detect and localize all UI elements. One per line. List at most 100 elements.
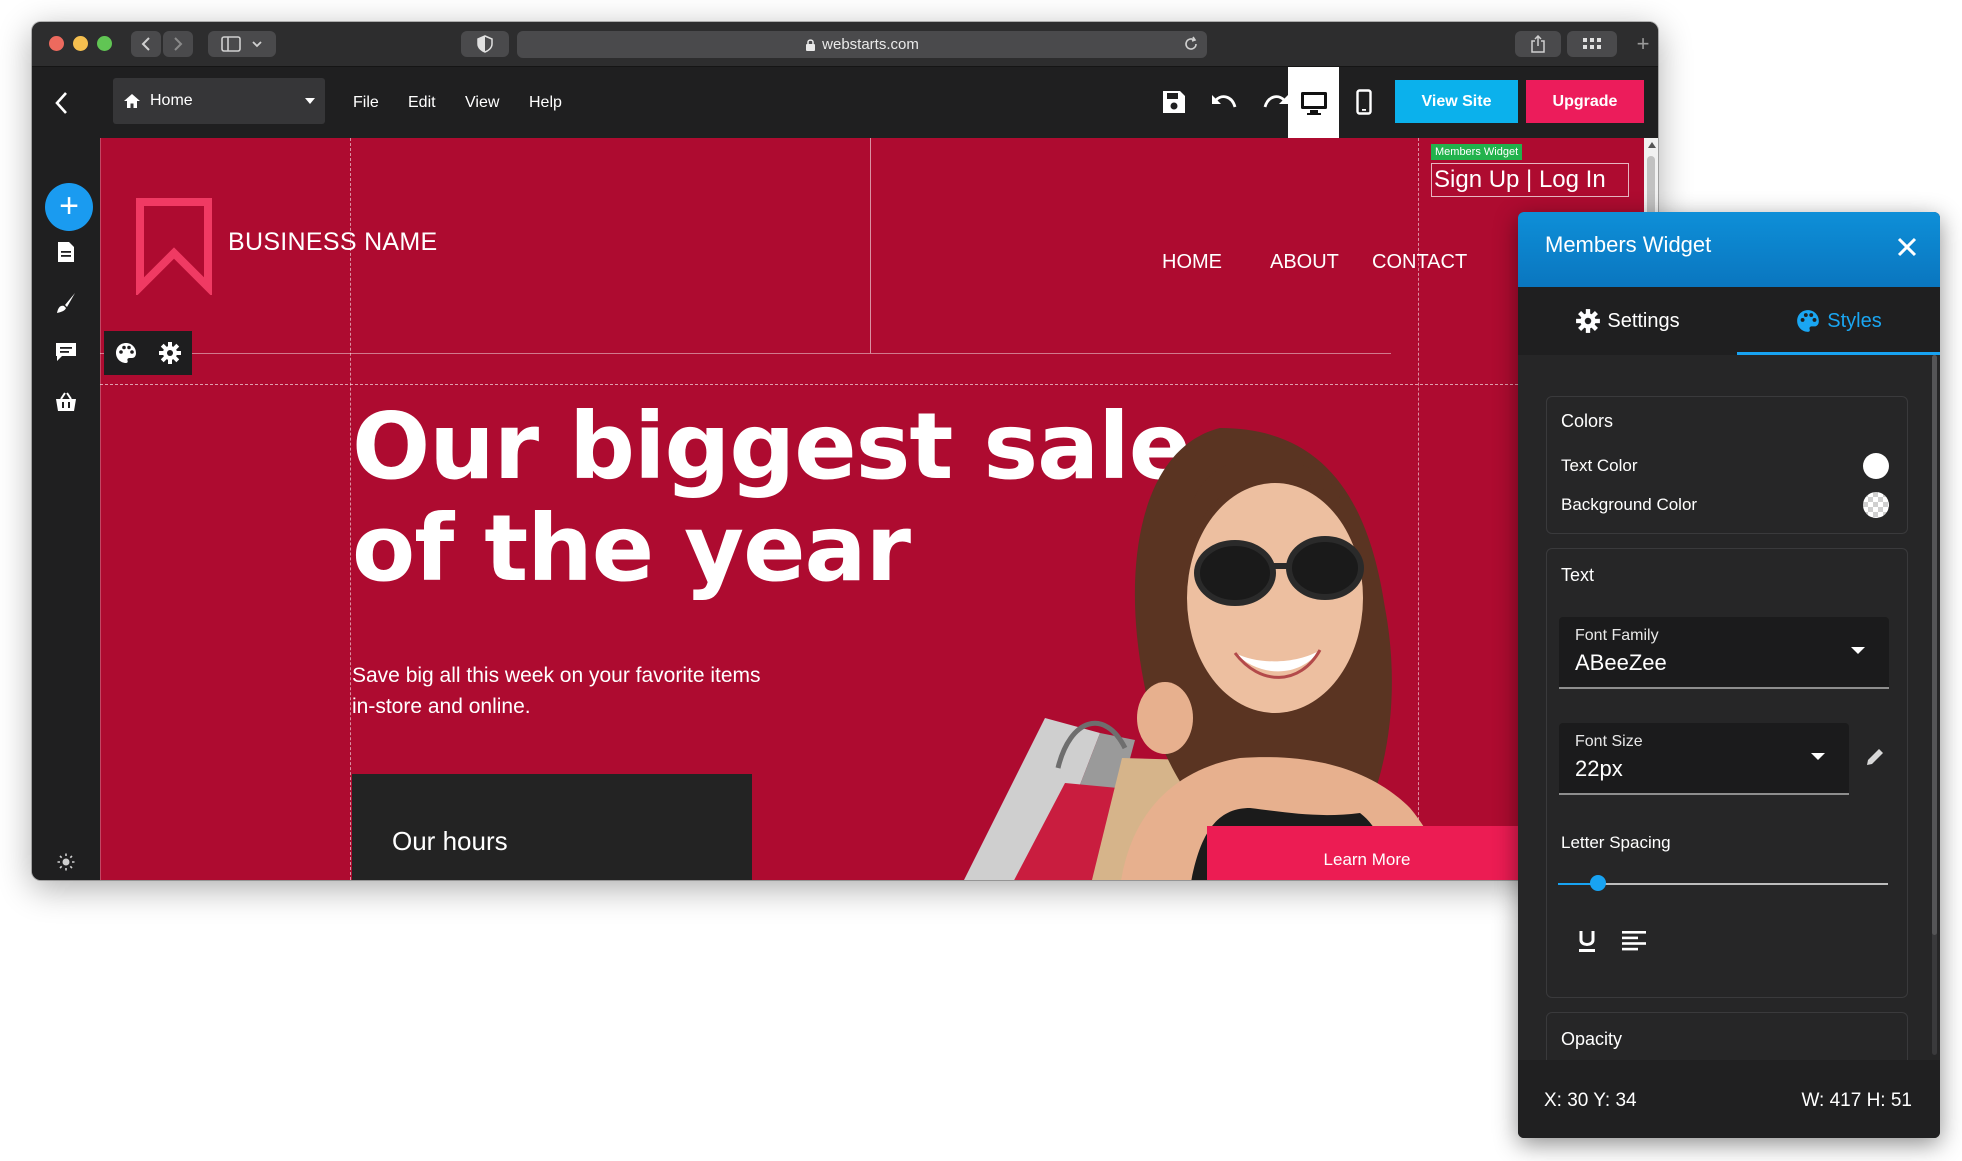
caret-down-icon bbox=[305, 98, 315, 104]
page-select-label: Home bbox=[150, 92, 193, 109]
address-bar[interactable]: webstarts.com bbox=[517, 31, 1207, 58]
underline-icon[interactable] bbox=[1576, 929, 1598, 953]
caret-down-icon bbox=[1851, 647, 1865, 654]
font-family-value: ABeeZee bbox=[1575, 650, 1667, 675]
chevron-right-icon bbox=[174, 37, 183, 51]
guide-line bbox=[100, 353, 870, 354]
design-button[interactable] bbox=[52, 289, 80, 317]
caret-down-icon bbox=[1811, 753, 1825, 760]
position-readout: X: 30 Y: 34 bbox=[1544, 1090, 1637, 1111]
hero-woman-image[interactable] bbox=[890, 388, 1450, 880]
share-button[interactable] bbox=[1515, 31, 1561, 57]
font-size-select[interactable]: Font Size 22px bbox=[1559, 723, 1849, 795]
panel-tabs: Settings Styles bbox=[1518, 287, 1940, 355]
business-name[interactable]: BUSINESS NAME bbox=[228, 228, 438, 257]
basket-icon bbox=[56, 392, 76, 411]
size-readout: W: 417 H: 51 bbox=[1801, 1090, 1912, 1111]
hero-subtitle[interactable]: Save big all this week on your favorite … bbox=[352, 660, 872, 722]
menu-view[interactable]: View bbox=[465, 67, 499, 138]
letter-spacing-slider-thumb[interactable] bbox=[1589, 875, 1606, 891]
font-family-select[interactable]: Font Family ABeeZee bbox=[1559, 617, 1889, 689]
upgrade-button[interactable]: Upgrade bbox=[1526, 80, 1644, 123]
editor-toolbar: Home File Edit View Help View Site Upgra… bbox=[32, 67, 1658, 138]
mobile-view-button[interactable] bbox=[1347, 83, 1381, 121]
zoom-window-button[interactable] bbox=[97, 36, 112, 51]
pencil-icon[interactable] bbox=[1864, 746, 1886, 768]
text-color-swatch[interactable] bbox=[1863, 453, 1889, 479]
pages-button[interactable] bbox=[52, 238, 80, 266]
gear-icon[interactable] bbox=[158, 341, 182, 365]
theme-toggle-button[interactable] bbox=[52, 848, 80, 876]
tab-overview-button[interactable] bbox=[1567, 31, 1617, 57]
members-widget-panel: Members Widget Settings Styles Colors Te… bbox=[1518, 212, 1940, 1138]
menu-help[interactable]: Help bbox=[529, 67, 562, 138]
hours-label: Our hours bbox=[392, 826, 508, 856]
home-icon bbox=[124, 94, 140, 108]
reload-icon[interactable] bbox=[1183, 36, 1199, 52]
close-window-button[interactable] bbox=[49, 36, 64, 51]
save-icon bbox=[1163, 91, 1185, 113]
guide-line bbox=[100, 384, 1658, 385]
editor-canvas[interactable]: BUSINESS NAME HOME ABOUT CONTACT Members… bbox=[100, 138, 1658, 880]
letter-spacing-label: Letter Spacing bbox=[1561, 833, 1671, 852]
nav-contact[interactable]: CONTACT bbox=[1372, 251, 1467, 274]
add-element-button[interactable]: + bbox=[45, 183, 93, 231]
bookmark-logo-icon[interactable] bbox=[134, 197, 214, 295]
tab-settings[interactable]: Settings bbox=[1518, 287, 1737, 355]
desktop-view-button[interactable] bbox=[1288, 67, 1339, 138]
menu-file[interactable]: File bbox=[353, 67, 379, 138]
desktop-icon bbox=[1300, 91, 1327, 115]
minimize-window-button[interactable] bbox=[73, 36, 88, 51]
hours-section[interactable]: Our hours bbox=[352, 774, 752, 880]
sidebar-icon bbox=[221, 36, 241, 52]
close-icon bbox=[1897, 237, 1917, 257]
tab-styles-label: Styles bbox=[1827, 309, 1882, 332]
sidebar-toggle-button[interactable] bbox=[208, 31, 276, 57]
grid-icon bbox=[1583, 38, 1601, 49]
page-select[interactable]: Home bbox=[113, 78, 325, 124]
back-button[interactable] bbox=[131, 31, 161, 57]
font-family-label: Font Family bbox=[1575, 627, 1659, 644]
colors-card: Colors Text Color Background Color bbox=[1546, 396, 1908, 534]
members-widget[interactable]: Sign Up | Log In bbox=[1431, 163, 1629, 197]
panel-scrollbar[interactable] bbox=[1932, 355, 1937, 1055]
panel-close-button[interactable] bbox=[1890, 230, 1924, 264]
comment-icon bbox=[56, 343, 76, 361]
colors-title: Colors bbox=[1561, 411, 1614, 431]
forward-button[interactable] bbox=[163, 31, 193, 57]
mobile-icon bbox=[1356, 89, 1372, 115]
save-button[interactable] bbox=[1157, 83, 1191, 121]
shield-icon bbox=[477, 35, 493, 53]
store-button[interactable] bbox=[52, 388, 80, 416]
back-arrow-icon[interactable] bbox=[54, 91, 68, 115]
privacy-shield-button[interactable] bbox=[461, 31, 509, 57]
view-site-button[interactable]: View Site bbox=[1395, 80, 1518, 123]
align-left-icon[interactable] bbox=[1622, 931, 1646, 951]
learn-more-button[interactable]: Learn More bbox=[1207, 826, 1527, 880]
comments-button[interactable] bbox=[52, 338, 80, 366]
share-icon bbox=[1531, 35, 1545, 53]
url-text: webstarts.com bbox=[822, 36, 919, 53]
element-mini-toolbar bbox=[104, 331, 192, 375]
left-sidebar: + bbox=[32, 138, 100, 880]
palette-icon bbox=[1797, 310, 1820, 332]
new-tab-button[interactable]: + bbox=[1630, 30, 1656, 58]
nav-home[interactable]: HOME bbox=[1162, 251, 1222, 274]
hero-subtitle-line: Save big all this week on your favorite … bbox=[352, 664, 761, 687]
undo-button[interactable] bbox=[1207, 83, 1241, 121]
tab-styles[interactable]: Styles bbox=[1737, 287, 1940, 355]
panel-scrollbar-thumb[interactable] bbox=[1932, 355, 1937, 935]
scroll-up-arrow-icon[interactable] bbox=[1648, 142, 1656, 148]
letter-spacing-slider-track[interactable] bbox=[1558, 883, 1888, 885]
font-size-label: Font Size bbox=[1575, 733, 1643, 750]
undo-icon bbox=[1212, 95, 1237, 108]
redo-icon bbox=[1263, 95, 1288, 108]
panel-title: Members Widget bbox=[1545, 232, 1712, 257]
palette-icon[interactable] bbox=[114, 341, 138, 365]
menu-edit[interactable]: Edit bbox=[408, 67, 436, 138]
sun-icon bbox=[57, 853, 75, 871]
text-card: Text Font Family ABeeZee Font Size 22px … bbox=[1546, 548, 1908, 998]
background-color-swatch[interactable] bbox=[1863, 492, 1889, 518]
nav-about[interactable]: ABOUT bbox=[1270, 251, 1339, 274]
header-nav-container[interactable] bbox=[870, 138, 1391, 354]
